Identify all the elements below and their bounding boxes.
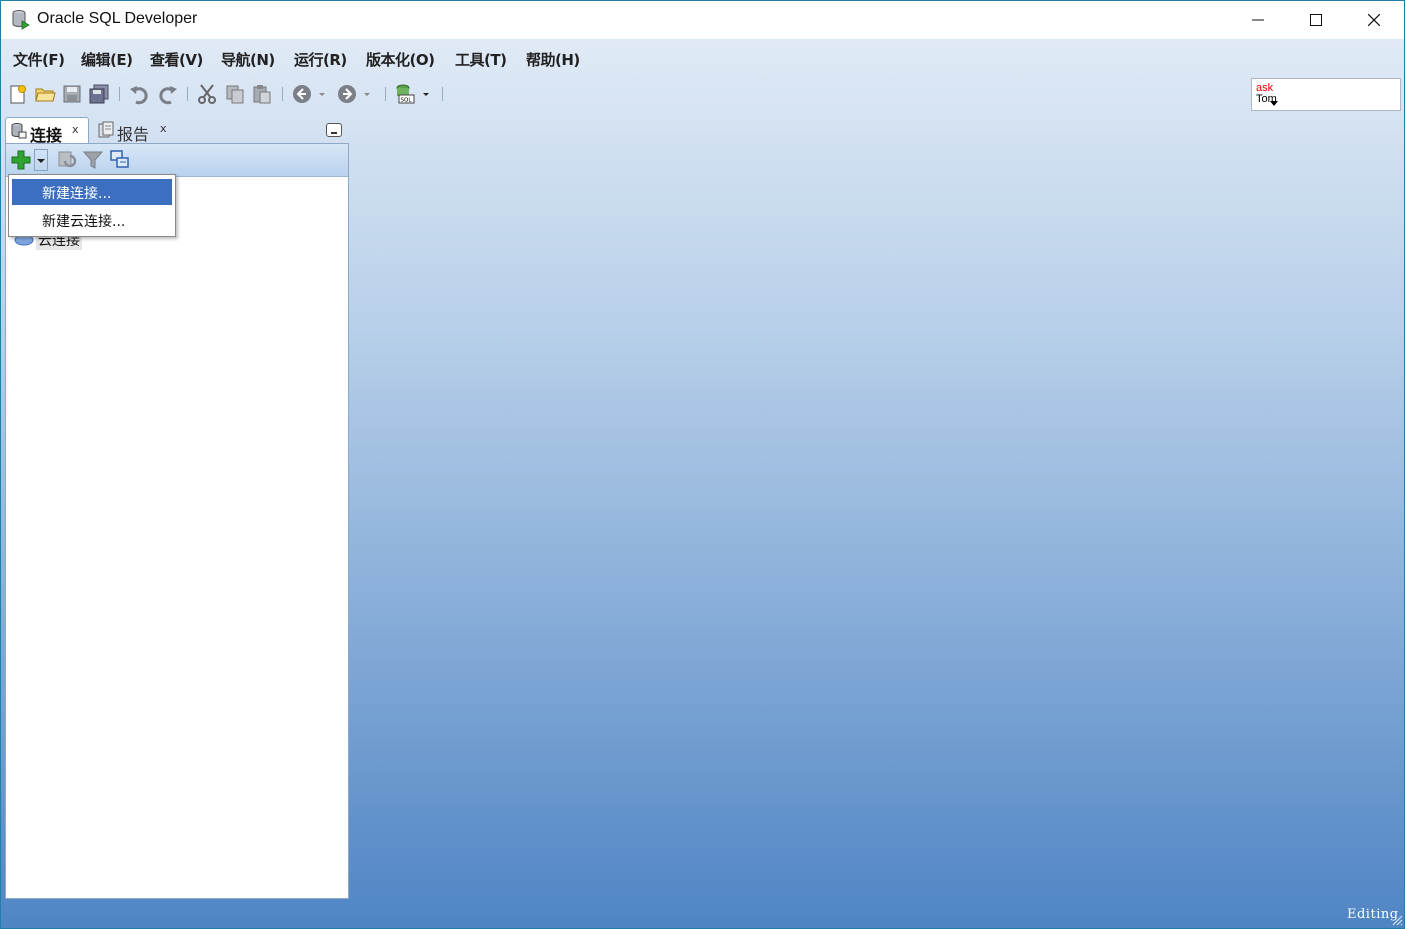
- add-icon[interactable]: [10, 149, 32, 171]
- connections-icon: [11, 123, 27, 139]
- back-icon[interactable]: [291, 83, 313, 105]
- reports-icon: [98, 121, 114, 138]
- new-file-icon[interactable]: [7, 83, 29, 105]
- toolbar-separator: [385, 87, 386, 101]
- panel-minimize-button[interactable]: [326, 123, 342, 137]
- filter-icon[interactable]: [82, 149, 104, 171]
- menu-item-label: 新建云连接...: [42, 214, 126, 230]
- close-icon: [1368, 14, 1380, 26]
- menu-item-label: 新建连接...: [42, 186, 112, 202]
- menu-item-new-cloud-connection[interactable]: 新建云连接...: [12, 207, 172, 233]
- connections-panel: 云连接: [5, 143, 349, 899]
- back-dropdown-icon[interactable]: [316, 83, 328, 105]
- title-bar: Oracle SQL Developer: [1, 1, 1404, 39]
- window-title: Oracle SQL Developer: [37, 10, 198, 27]
- toolbar-separator: [282, 87, 283, 101]
- minimize-icon: [1252, 19, 1264, 21]
- tab-connections[interactable]: 连接 x: [5, 117, 89, 145]
- menu-edit[interactable]: 编辑(E): [81, 49, 133, 70]
- refresh-icon[interactable]: [56, 149, 78, 171]
- forward-icon[interactable]: [336, 83, 358, 105]
- resize-grip-icon[interactable]: [1391, 914, 1403, 926]
- menu-tools[interactable]: 工具(T): [455, 49, 507, 70]
- open-folder-icon[interactable]: [34, 83, 56, 105]
- asktom-dropdown-icon: [1270, 101, 1278, 106]
- schema-browser-icon[interactable]: [109, 149, 131, 171]
- undo-icon[interactable]: [128, 83, 150, 105]
- connections-toolbar: [6, 144, 348, 177]
- menu-file[interactable]: 文件(F): [13, 49, 65, 70]
- app-window: Oracle SQL Developer 文件(F) 编辑(E) 查看(V) 导…: [0, 0, 1405, 929]
- tab-reports-close[interactable]: x: [160, 122, 167, 135]
- redo-icon[interactable]: [157, 83, 179, 105]
- menu-bar: 文件(F) 编辑(E) 查看(V) 导航(N) 运行(R) 版本化(O) 工具(…: [1, 41, 1404, 75]
- tab-reports[interactable]: 报告 x: [93, 117, 173, 144]
- svg-text:SQL: SQL: [401, 98, 413, 104]
- menu-versioning[interactable]: 版本化(O): [366, 49, 435, 70]
- paste-icon[interactable]: [251, 83, 273, 105]
- menu-item-new-connection[interactable]: 新建连接...: [12, 179, 172, 205]
- main-toolbar: SQL: [1, 79, 1404, 111]
- add-connection-menu: 新建连接... 新建云连接...: [8, 174, 176, 237]
- menu-navigate[interactable]: 导航(N): [221, 49, 275, 70]
- app-db-icon: [12, 10, 30, 30]
- toolbar-separator: [119, 87, 120, 101]
- toolbar-separator: [442, 87, 443, 101]
- menu-help[interactable]: 帮助(H): [526, 49, 580, 70]
- toolbar-separator: [187, 87, 188, 101]
- menu-view[interactable]: 查看(V): [150, 49, 203, 70]
- minimize-button[interactable]: [1229, 1, 1287, 39]
- copy-icon[interactable]: [224, 83, 246, 105]
- close-button[interactable]: [1345, 1, 1403, 39]
- tab-connections-close[interactable]: x: [72, 123, 79, 136]
- sql-worksheet-icon[interactable]: SQL: [394, 83, 416, 105]
- asktom-search[interactable]: ask Tom: [1251, 78, 1401, 111]
- save-all-icon[interactable]: [88, 83, 110, 105]
- cut-icon[interactable]: [196, 83, 218, 105]
- add-dropdown-icon[interactable]: [34, 149, 48, 171]
- maximize-button[interactable]: [1287, 1, 1345, 39]
- menu-run[interactable]: 运行(R): [294, 49, 347, 70]
- maximize-icon: [1310, 14, 1322, 26]
- save-icon[interactable]: [61, 83, 83, 105]
- forward-dropdown-icon[interactable]: [361, 83, 373, 105]
- tab-reports-label: 报告: [117, 125, 150, 144]
- sql-worksheet-dropdown-icon[interactable]: [420, 83, 432, 105]
- panel-tab-strip: 连接 x 报告 x: [5, 117, 350, 145]
